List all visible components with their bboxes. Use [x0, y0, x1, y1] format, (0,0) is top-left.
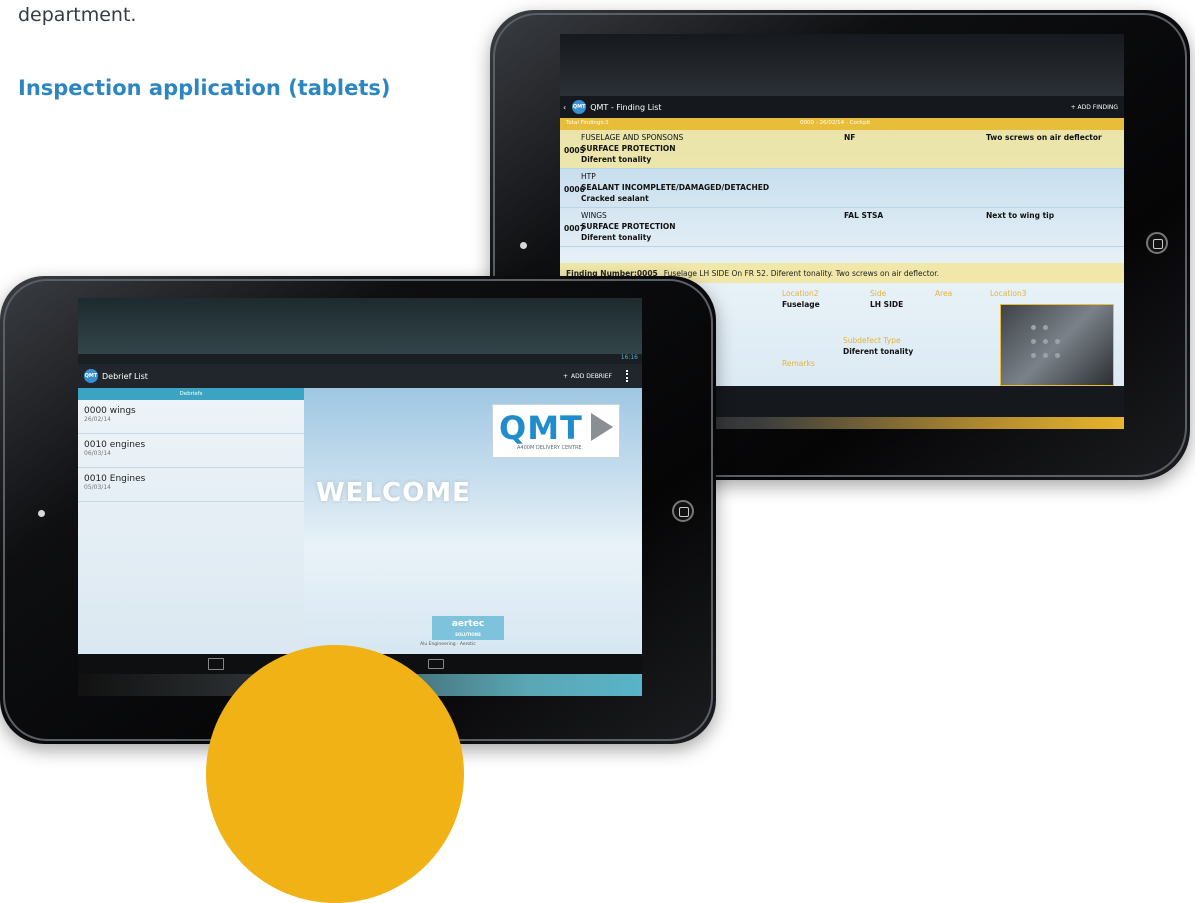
debrief-list-panel: Debriefs 0000 wings 26/02/14 0010 engine… — [78, 388, 304, 654]
finding-subdefect: Diferent tonality — [581, 233, 652, 242]
finding-subdefect: Diferent tonality — [581, 155, 652, 164]
subdefect-type-value: Diferent tonality — [843, 347, 914, 356]
partner-subtitle: SOLUTIONS — [455, 632, 481, 637]
status-area — [560, 34, 1124, 96]
camera-dot — [38, 510, 45, 517]
app-bar: QMT Debrief List + ADD DEBRIEF — [78, 364, 642, 388]
app-title: Debrief List — [102, 371, 148, 381]
finding-row[interactable]: 0007 WINGS SURFACE PROTECTION Diferent t… — [560, 208, 1124, 247]
finding-remarks: Two screws on air deflector — [986, 133, 1102, 142]
add-debrief-button[interactable]: + ADD DEBRIEF — [563, 373, 612, 380]
finding-photo-thumbnail[interactable] — [1000, 304, 1114, 386]
list-item[interactable]: 0000 wings 26/02/14 — [78, 400, 304, 434]
recent-apps-icon[interactable] — [428, 659, 444, 669]
finding-station: NF — [844, 133, 856, 142]
finding-station: FAL STSA — [844, 211, 884, 220]
debrief-date: 05/03/14 — [84, 484, 111, 491]
brand-name: QMT — [499, 409, 583, 447]
finding-subdefect: Cracked sealant — [581, 194, 649, 203]
status-area — [78, 298, 642, 354]
location2-label: Location2 — [782, 289, 819, 298]
add-finding-button[interactable]: + ADD FINDING — [1071, 104, 1118, 111]
section-heading: Inspection application (tablets) — [18, 76, 391, 100]
summary-bar: Total Findings:3 0000 - 26/02/14 - Cockp… — [560, 118, 1124, 130]
finding-remarks: Next to wing tip — [986, 211, 1055, 220]
location3-label: Location3 — [990, 289, 1027, 298]
debrief-title: 0010 engines — [84, 440, 146, 450]
list-item[interactable]: 0010 engines 06/03/14 — [78, 434, 304, 468]
home-button[interactable] — [672, 500, 694, 522]
subdefect-type-label: Subdefect Type — [843, 336, 901, 345]
welcome-panel: QMT A400M DELIVERY CENTRE WELCOME aertec… — [304, 388, 642, 654]
credit-line: Alu Engineering · Aerotic — [420, 642, 476, 647]
status-time: 16:16 — [620, 354, 638, 361]
side-label: Side — [870, 289, 887, 298]
summary-context: 0000 - 26/02/14 - Cockpit — [800, 120, 871, 126]
debrief-title: 0010 Engines — [84, 474, 146, 484]
finding-defect: SURFACE PROTECTION — [581, 144, 676, 153]
overflow-menu-icon[interactable] — [626, 370, 630, 382]
qmt-logo: QMT A400M DELIVERY CENTRE — [492, 404, 620, 458]
qmt-logo-icon: QMT — [84, 369, 98, 383]
app-title: QMT - Finding List — [590, 102, 662, 112]
welcome-text: WELCOME — [316, 478, 471, 508]
partner-logo: aertec SOLUTIONS — [432, 616, 504, 640]
finding-row[interactable]: 0006 HTP SEALANT INCOMPLETE/DAMAGED/DETA… — [560, 169, 1124, 208]
location2-value: Fuselage — [782, 300, 820, 309]
debrief-date: 26/02/14 — [84, 416, 111, 423]
debrief-list-screen: 16:16 QMT Debrief List + ADD DEBRIEF Deb… — [78, 298, 642, 696]
finding-row[interactable]: 0005 FUSELAGE AND SPONSONS SURFACE PROTE… — [560, 130, 1124, 169]
debrief-title: 0000 wings — [84, 406, 136, 416]
qmt-logo-icon: QMT — [572, 100, 587, 114]
brand-subtitle: A400M DELIVERY CENTRE — [517, 445, 582, 451]
intro-text: department. — [18, 4, 137, 26]
area-label: Area — [935, 289, 953, 298]
home-button[interactable] — [1146, 232, 1168, 254]
home-nav-icon[interactable] — [208, 658, 224, 670]
list-item[interactable]: 0010 Engines 05/03/14 — [78, 468, 304, 502]
side-value: LH SIDE — [870, 300, 904, 309]
finding-defect: SEALANT INCOMPLETE/DAMAGED/DETACHED — [581, 183, 770, 192]
total-findings: Total Findings:3 — [566, 120, 609, 126]
finding-defect: SURFACE PROTECTION — [581, 222, 676, 231]
finding-area: FUSELAGE AND SPONSONS — [581, 133, 684, 142]
app-bar: ‹ QMT QMT - Finding List + ADD FINDING — [560, 96, 1124, 118]
play-arrow-icon — [591, 413, 613, 441]
decorative-circle — [206, 645, 464, 903]
debrief-date: 06/03/14 — [84, 450, 111, 457]
camera-dot — [520, 242, 527, 249]
tab-debriefs[interactable]: Debriefs — [78, 388, 304, 400]
finding-area: HTP — [581, 172, 596, 181]
finding-area: WINGS — [581, 211, 607, 220]
back-arrow-icon[interactable]: ‹ — [563, 103, 566, 112]
partner-name: aertec — [451, 619, 485, 629]
finding-description: Fuselage LH SIDE On FR 52. Diferent tona… — [663, 268, 940, 278]
remarks-label: Remarks — [782, 359, 815, 368]
